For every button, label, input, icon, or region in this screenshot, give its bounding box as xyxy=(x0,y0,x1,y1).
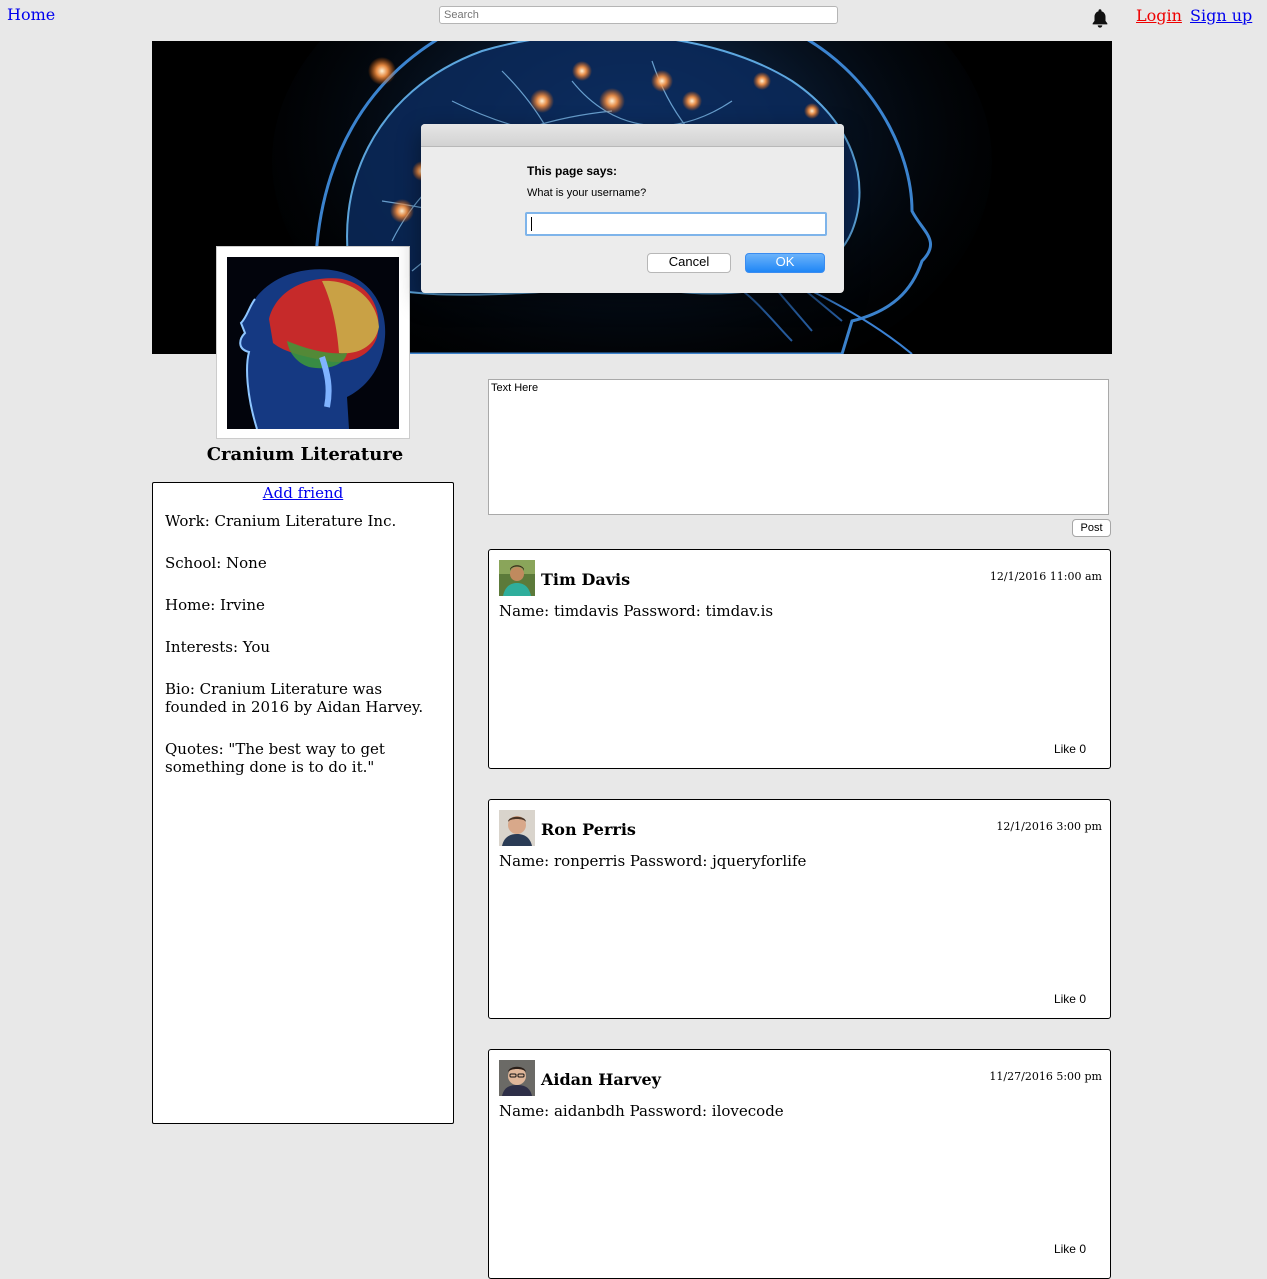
avatar[interactable] xyxy=(499,560,535,596)
avatar[interactable] xyxy=(499,810,535,846)
dialog-question: What is your username? xyxy=(527,187,647,199)
login-link[interactable]: Login xyxy=(1136,6,1182,25)
profile-info-panel: Add friend Work: Cranium Literature Inc.… xyxy=(152,482,454,1124)
ok-button[interactable]: OK xyxy=(745,253,825,273)
avatar[interactable] xyxy=(499,1060,535,1096)
cancel-button[interactable]: Cancel xyxy=(647,253,731,273)
profile-interests: Interests: You xyxy=(165,638,271,656)
prompt-dialog: This page says: What is your username? C… xyxy=(421,124,844,293)
post-author[interactable]: Ron Perris xyxy=(541,820,636,839)
username-input[interactable] xyxy=(525,212,827,236)
post-card: Ron Perris 12/1/2016 3:00 pm Name: ronpe… xyxy=(488,799,1111,1019)
search-input[interactable] xyxy=(439,6,838,24)
profile-name: Cranium Literature xyxy=(206,444,404,465)
home-link[interactable]: Home xyxy=(7,5,55,24)
profile-details: Work: Cranium Literature Inc. School: No… xyxy=(153,512,453,776)
post-composer[interactable]: Text Here xyxy=(488,379,1109,515)
signup-link[interactable]: Sign up xyxy=(1190,6,1252,25)
post-body: Name: ronperris Password: jqueryforlife xyxy=(499,852,807,870)
post-date: 12/1/2016 3:00 pm xyxy=(996,820,1102,833)
profile-home: Home: Irvine xyxy=(165,596,265,614)
dialog-titlebar xyxy=(421,124,844,147)
profile-bio: Bio: Cranium Literature was founded in 2… xyxy=(165,680,424,716)
profile-school: School: None xyxy=(165,554,267,572)
post-button[interactable]: Post xyxy=(1072,519,1111,537)
post-body: Name: timdavis Password: timdav.is xyxy=(499,602,774,620)
text-caret xyxy=(531,217,532,231)
post-card: Aidan Harvey 11/27/2016 5:00 pm Name: ai… xyxy=(488,1049,1111,1279)
bell-icon[interactable] xyxy=(1089,7,1111,29)
post-author[interactable]: Tim Davis xyxy=(541,570,630,589)
profile-picture xyxy=(227,257,399,429)
post-card: Tim Davis 12/1/2016 11:00 am Name: timda… xyxy=(488,549,1111,769)
post-date: 12/1/2016 11:00 am xyxy=(989,570,1102,583)
profile-work: Work: Cranium Literature Inc. xyxy=(165,512,397,530)
post-author[interactable]: Aidan Harvey xyxy=(541,1070,661,1089)
like-button[interactable]: Like 0 xyxy=(1054,992,1086,1006)
like-button[interactable]: Like 0 xyxy=(1054,742,1086,756)
like-button[interactable]: Like 0 xyxy=(1054,1242,1086,1256)
profile-quotes: Quotes: "The best way to get something d… xyxy=(165,740,385,776)
post-date: 11/27/2016 5:00 pm xyxy=(989,1070,1102,1083)
dialog-heading: This page says: xyxy=(527,164,618,178)
post-body: Name: aidanbdh Password: ilovecode xyxy=(499,1102,784,1120)
add-friend-link[interactable]: Add friend xyxy=(153,484,453,502)
profile-picture-frame xyxy=(216,246,410,439)
